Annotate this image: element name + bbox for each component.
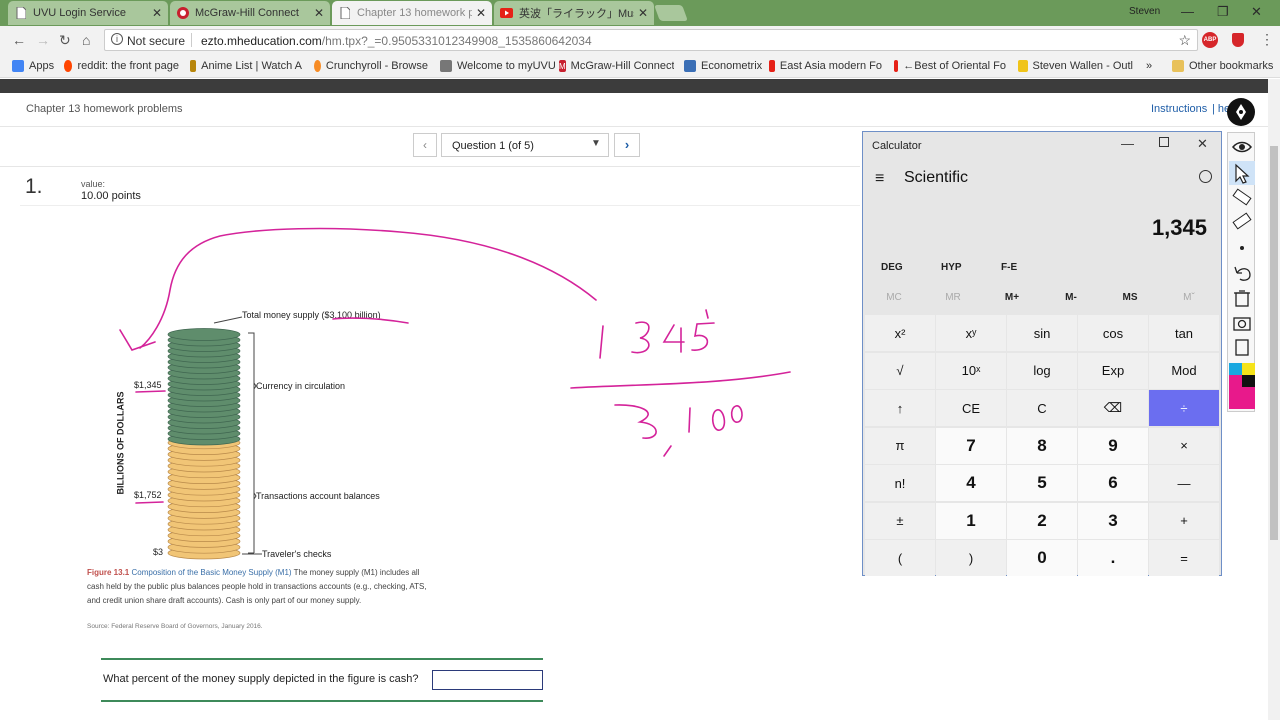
- clipboard-icon[interactable]: [1228, 337, 1256, 359]
- calc-key-r5c3[interactable]: 3: [1078, 502, 1148, 539]
- bookmarks-more[interactable]: »: [1146, 60, 1152, 72]
- calc-key-r6c1[interactable]: ): [936, 540, 1006, 576]
- calc-key-r3c4[interactable]: ×: [1149, 427, 1219, 464]
- calculator-display: 1,345: [1151, 215, 1207, 240]
- calc-key-r5c4[interactable]: +: [1149, 502, 1219, 539]
- memory-key-1[interactable]: MR: [928, 292, 978, 303]
- calc-key-r1c4[interactable]: Mod: [1149, 352, 1219, 389]
- calculator-mode: Scientific: [904, 169, 969, 186]
- youtube-icon: [894, 60, 899, 72]
- calc-key-r3c2[interactable]: 8: [1007, 427, 1077, 464]
- calc-key-r4c1[interactable]: 4: [936, 465, 1006, 501]
- calc-key-r5c0[interactable]: ±: [865, 502, 935, 539]
- calc-key-r0c4[interactable]: tan: [1149, 315, 1219, 351]
- calc-key-r4c2[interactable]: 5: [1007, 465, 1077, 501]
- calc-key-r3c0[interactable]: π: [865, 427, 935, 464]
- annotation-toolbar: [1227, 132, 1255, 412]
- calc-key-r5c2[interactable]: 2: [1007, 502, 1077, 539]
- calc-key-r0c1[interactable]: xʸ: [936, 315, 1006, 351]
- memory-key-5[interactable]: Mˇ: [1164, 292, 1214, 303]
- highlighter-icon[interactable]: [1228, 211, 1256, 233]
- other-bookmarks[interactable]: Other bookmarks: [1172, 60, 1273, 72]
- calc-key-r0c0[interactable]: x²: [865, 315, 935, 351]
- memory-key-4[interactable]: MS: [1105, 292, 1155, 303]
- calc-key-r2c3[interactable]: ⌫: [1078, 390, 1148, 426]
- scrollbar-thumb[interactable]: [1270, 146, 1278, 540]
- calc-key-r5c1[interactable]: 1: [936, 502, 1006, 539]
- select-arrow-icon[interactable]: [1228, 161, 1256, 185]
- calculator-title: Calculator: [872, 140, 922, 152]
- calc-key-r0c3[interactable]: cos: [1078, 315, 1148, 351]
- calculator-window: Calculator — ✕ ≡ Scientific 1,345 DEG HYP…: [862, 131, 1222, 576]
- memory-key-2[interactable]: M+: [987, 292, 1037, 303]
- calc-key-r2c0[interactable]: ↑: [865, 390, 935, 426]
- bookmark-outlook[interactable]: Steven Wallen - Outl: [1018, 60, 1133, 72]
- angle-key-1[interactable]: HYP: [941, 262, 962, 273]
- adblock-icon[interactable]: ABP: [1202, 32, 1218, 48]
- calc-key-r1c1[interactable]: 10ˣ: [936, 352, 1006, 389]
- folder-icon: [1172, 60, 1184, 72]
- maximize-icon[interactable]: [1159, 137, 1169, 147]
- calc-key-r3c1[interactable]: 7: [936, 427, 1006, 464]
- calc-key-r6c4[interactable]: =: [1149, 540, 1219, 576]
- memory-key-0[interactable]: MC: [869, 292, 919, 303]
- pen-icon[interactable]: [1228, 187, 1256, 209]
- bookmark-oriental[interactable]: ←Best of Oriental Fo: [894, 60, 1006, 72]
- calc-key-r3c3[interactable]: 9: [1078, 427, 1148, 464]
- eye-icon[interactable]: [1228, 133, 1256, 161]
- pen-annotations: [119, 227, 791, 504]
- calc-key-r1c2[interactable]: log: [1007, 352, 1077, 389]
- minimize-icon[interactable]: —: [1121, 136, 1134, 151]
- angle-key-0[interactable]: DEG: [881, 262, 903, 273]
- angle-key-2[interactable]: F-E: [1001, 262, 1017, 273]
- color-palette[interactable]: [1228, 363, 1256, 409]
- instructions-link[interactable]: Instructions: [1151, 103, 1207, 115]
- outlook-icon: [1018, 60, 1028, 72]
- calc-key-r4c4[interactable]: —: [1149, 465, 1219, 501]
- close-icon[interactable]: ✕: [1197, 136, 1208, 152]
- maximize-icon[interactable]: ❐: [1217, 4, 1229, 20]
- trash-icon[interactable]: [1228, 287, 1256, 309]
- close-window-icon[interactable]: ✕: [1251, 4, 1262, 20]
- calc-key-r6c3[interactable]: .: [1078, 540, 1148, 576]
- memory-key-3[interactable]: M-: [1046, 292, 1096, 303]
- calc-key-r4c0[interactable]: n!: [865, 465, 935, 501]
- calc-key-r2c2[interactable]: C: [1007, 390, 1077, 426]
- dot-size-icon[interactable]: [1228, 237, 1256, 259]
- calc-key-r6c2[interactable]: 0: [1007, 540, 1077, 576]
- calc-key-r1c0[interactable]: √: [865, 352, 935, 389]
- menu-dots-icon[interactable]: ⋮: [1260, 31, 1274, 48]
- undo-icon[interactable]: [1228, 261, 1256, 283]
- history-icon[interactable]: [1199, 170, 1212, 183]
- star-icon[interactable]: ☆: [1178, 32, 1191, 49]
- profile-name[interactable]: Steven: [1129, 6, 1160, 17]
- calc-key-r2c4[interactable]: ÷: [1149, 390, 1219, 426]
- calc-key-r0c2[interactable]: sin: [1007, 315, 1077, 351]
- hamburger-menu-icon[interactable]: ≡: [875, 170, 884, 188]
- calc-key-r6c0[interactable]: (: [865, 540, 935, 576]
- pen-tool-logo[interactable]: [1227, 98, 1255, 126]
- minimize-icon[interactable]: —: [1181, 4, 1194, 19]
- shield-icon[interactable]: [1232, 33, 1244, 47]
- calc-key-r4c3[interactable]: 6: [1078, 465, 1148, 501]
- calc-key-r1c3[interactable]: Exp: [1078, 352, 1148, 389]
- camera-icon[interactable]: [1228, 313, 1256, 335]
- calc-key-r2c1[interactable]: CE: [936, 390, 1006, 426]
